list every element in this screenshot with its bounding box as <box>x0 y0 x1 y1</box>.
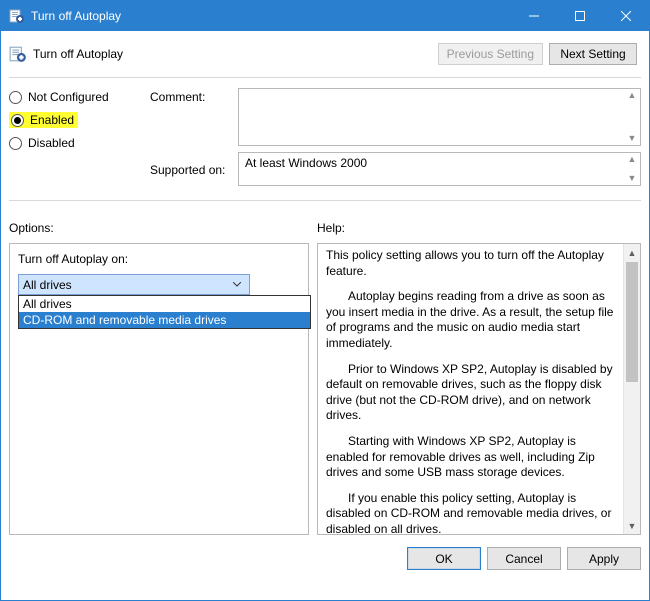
combo-selected-value: All drives <box>23 278 72 292</box>
comment-label: Comment: <box>150 88 232 104</box>
ok-button[interactable]: OK <box>407 547 481 570</box>
state-radios: Not Configured Enabled Disabled <box>9 88 144 150</box>
radio-disabled[interactable]: Disabled <box>9 136 144 150</box>
supported-scrollbar[interactable]: ▲ ▼ <box>624 153 640 185</box>
radio-icon <box>9 137 22 150</box>
supported-on-label: Supported on: <box>150 161 232 177</box>
options-pane: Turn off Autoplay on: All drives All dri… <box>9 243 309 535</box>
combo-display[interactable]: All drives <box>18 274 250 295</box>
scroll-up-icon: ▲ <box>626 91 638 100</box>
combo-dropdown-list: All drives CD-ROM and removable media dr… <box>18 295 311 329</box>
apply-button[interactable]: Apply <box>567 547 641 570</box>
help-p3: Prior to Windows XP SP2, Autoplay is dis… <box>326 362 617 424</box>
close-button[interactable] <box>603 1 649 31</box>
radio-label: Disabled <box>28 136 75 150</box>
window-title: Turn off Autoplay <box>31 9 121 23</box>
client-area: Turn off Autoplay Previous Setting Next … <box>1 31 649 600</box>
radio-icon <box>11 114 24 127</box>
scroll-down-icon: ▼ <box>626 174 638 183</box>
radio-icon <box>9 91 22 104</box>
lower-panes: Turn off Autoplay on: All drives All dri… <box>9 243 641 535</box>
comment-scrollbar[interactable]: ▲ ▼ <box>624 89 640 145</box>
divider <box>9 77 641 78</box>
minimize-button[interactable] <box>511 1 557 31</box>
autoplay-scope-combo[interactable]: All drives All drives CD-ROM and removab… <box>18 274 250 295</box>
help-p1: This policy setting allows you to turn o… <box>326 248 617 279</box>
combo-item-cdrom-removable[interactable]: CD-ROM and removable media drives <box>19 312 310 328</box>
policy-icon <box>9 8 25 24</box>
help-p2: Autoplay begins reading from a drive as … <box>326 289 617 351</box>
window-controls <box>511 1 649 31</box>
scroll-down-icon[interactable]: ▼ <box>624 517 640 534</box>
supported-on-field: At least Windows 2000 ▲ ▼ <box>238 152 641 186</box>
scroll-down-icon: ▼ <box>626 134 638 143</box>
policy-icon <box>9 45 27 63</box>
radio-enabled[interactable]: Enabled <box>9 112 78 128</box>
cancel-button[interactable]: Cancel <box>487 547 561 570</box>
previous-setting-button: Previous Setting <box>438 43 543 65</box>
pane-labels: Options: Help: <box>9 221 641 235</box>
radio-label: Not Configured <box>28 90 109 104</box>
help-pane: This policy setting allows you to turn o… <box>317 243 641 535</box>
scroll-up-icon: ▲ <box>626 155 638 164</box>
help-scrollbar[interactable]: ▲ ▼ <box>623 244 640 534</box>
dialog-window: Turn off Autoplay <box>0 0 650 601</box>
comment-textarea[interactable]: ▲ ▼ <box>238 88 641 146</box>
scroll-thumb[interactable] <box>626 262 638 382</box>
dialog-footer: OK Cancel Apply <box>9 539 641 570</box>
radio-not-configured[interactable]: Not Configured <box>9 90 144 104</box>
titlebar: Turn off Autoplay <box>1 1 649 31</box>
header-row: Turn off Autoplay Previous Setting Next … <box>9 37 641 71</box>
maximize-button[interactable] <box>557 1 603 31</box>
chevron-down-icon <box>229 282 245 288</box>
options-field-label: Turn off Autoplay on: <box>18 252 300 266</box>
scroll-up-icon[interactable]: ▲ <box>624 244 640 261</box>
help-label: Help: <box>317 221 641 235</box>
next-setting-button[interactable]: Next Setting <box>549 43 637 65</box>
help-p5: If you enable this policy setting, Autop… <box>326 491 617 534</box>
supported-on-value: At least Windows 2000 <box>245 156 367 170</box>
options-label: Options: <box>9 221 317 235</box>
radio-label: Enabled <box>30 113 74 127</box>
page-title: Turn off Autoplay <box>33 47 438 61</box>
help-text: This policy setting allows you to turn o… <box>318 244 623 534</box>
combo-item-all-drives[interactable]: All drives <box>19 296 310 312</box>
upper-grid: Not Configured Enabled Disabled Comment:… <box>9 88 641 186</box>
divider <box>9 200 641 201</box>
help-p4: Starting with Windows XP SP2, Autoplay i… <box>326 434 617 481</box>
